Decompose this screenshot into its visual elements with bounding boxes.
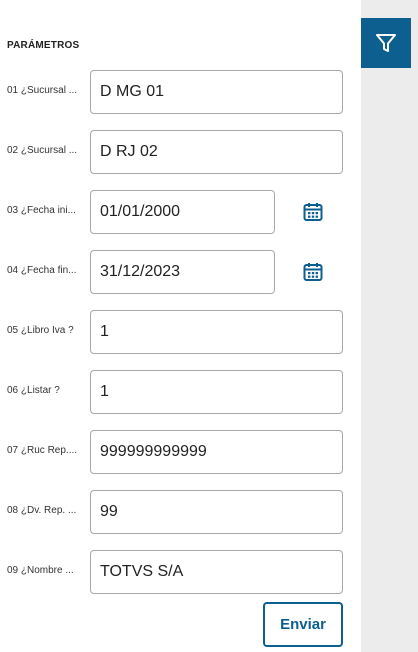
param-row-01: 01 ¿Sucursal ... D MG 01 (0, 70, 361, 114)
param-label-06: 06 ¿Listar ? (7, 385, 60, 396)
param-row-07: 07 ¿Ruc Rep.... 999999999999 (0, 430, 361, 474)
param-input-06[interactable]: 1 (90, 370, 343, 414)
param-input-04[interactable]: 31/12/2023 (90, 250, 275, 294)
section-title: PARÁMETROS (7, 40, 80, 51)
param-input-05[interactable]: 1 (90, 310, 343, 354)
param-label-03: 03 ¿Fecha ini... (7, 205, 76, 216)
param-input-07[interactable]: 999999999999 (90, 430, 343, 474)
param-input-01[interactable]: D MG 01 (90, 70, 343, 114)
param-label-08: 08 ¿Dv. Rep. ... (7, 505, 77, 516)
param-input-09[interactable]: TOTVS S/A (90, 550, 343, 594)
param-label-04: 04 ¿Fecha fin... (7, 265, 77, 276)
param-input-03[interactable]: 01/01/2000 (90, 190, 275, 234)
param-row-05: 05 ¿Libro Iva ? 1 (0, 310, 361, 354)
param-label-01: 01 ¿Sucursal ... (7, 85, 78, 96)
param-row-06: 06 ¿Listar ? 1 (0, 370, 361, 414)
param-input-08[interactable]: 99 (90, 490, 343, 534)
param-input-02[interactable]: D RJ 02 (90, 130, 343, 174)
sidebar (361, 0, 418, 652)
param-row-04: 04 ¿Fecha fin... 31/12/2023 (0, 250, 361, 294)
filter-icon (376, 34, 396, 52)
param-label-07: 07 ¿Ruc Rep.... (7, 445, 78, 456)
param-label-05: 05 ¿Libro Iva ? (7, 325, 74, 336)
param-label-02: 02 ¿Sucursal ... (7, 145, 78, 156)
calendar-icon[interactable] (302, 261, 324, 283)
param-row-02: 02 ¿Sucursal ... D RJ 02 (0, 130, 361, 174)
parameters-panel: PARÁMETROS 01 ¿Sucursal ... D MG 01 02 ¿… (0, 0, 361, 652)
send-button[interactable]: Enviar (263, 602, 343, 647)
param-label-09: 09 ¿Nombre ... (7, 565, 74, 576)
param-row-08: 08 ¿Dv. Rep. ... 99 (0, 490, 361, 534)
param-row-09: 09 ¿Nombre ... TOTVS S/A (0, 550, 361, 594)
calendar-icon[interactable] (302, 201, 324, 223)
filter-button[interactable] (361, 18, 411, 68)
param-row-03: 03 ¿Fecha ini... 01/01/2000 (0, 190, 361, 234)
